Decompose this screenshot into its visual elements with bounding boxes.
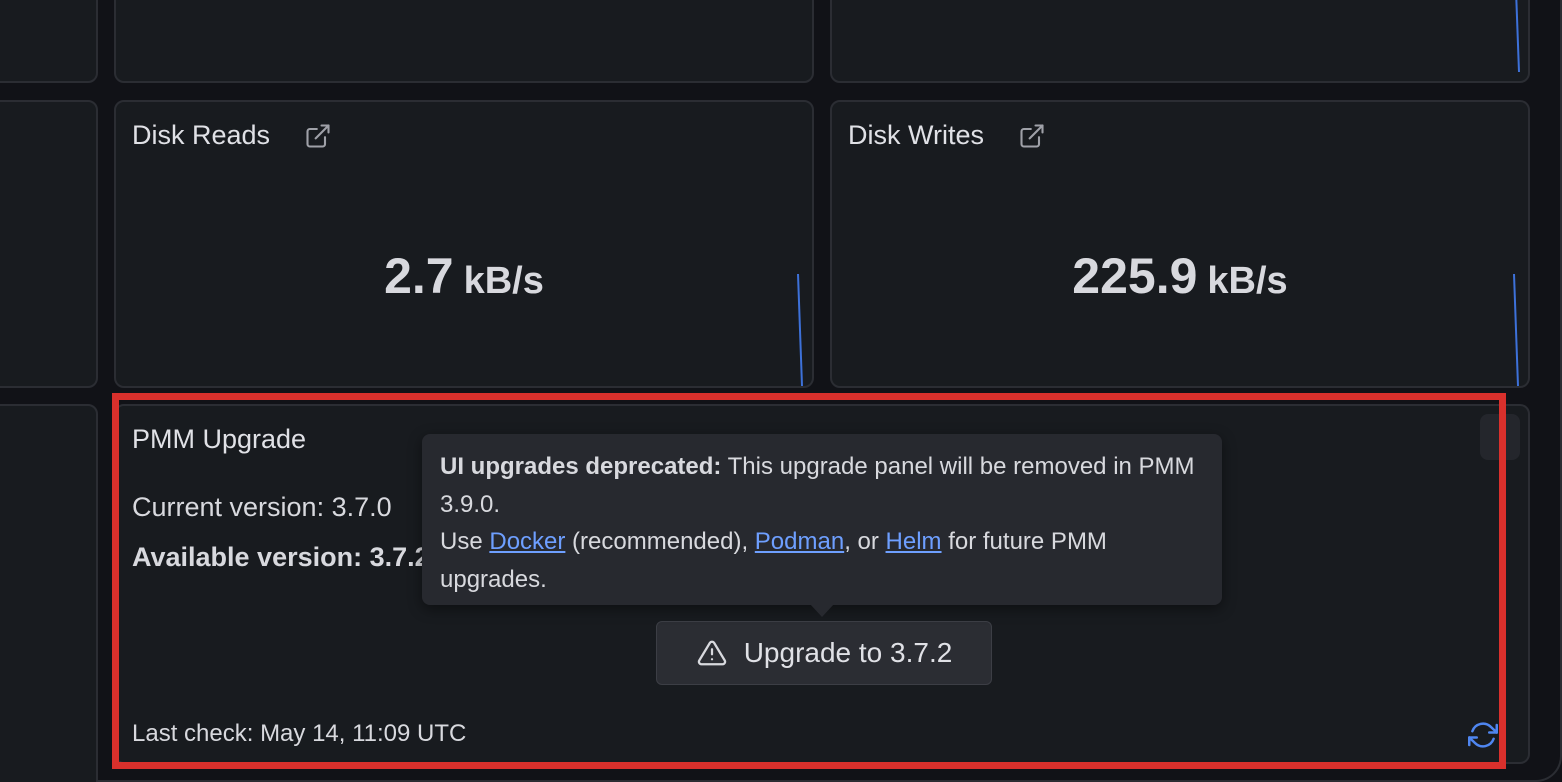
disk-reads-panel: Disk Reads 2.7 kB/s [114,100,814,388]
warning-triangle-icon [697,640,726,666]
dashboard-canvas: Disk Reads 2.7 kB/s Disk Writes 225.9 kB/s [0,0,1562,782]
tooltip-heading: UI upgrades deprecated: [440,453,722,480]
upgrade-button-label: Upgrade to 3.7.2 [743,637,953,668]
panel-middle-left-partial [0,100,98,388]
external-link-icon[interactable] [304,122,332,150]
panel-bottom-left-partial [0,404,98,782]
docker-link[interactable]: Docker [489,528,565,555]
panel-top-right-partial [830,0,1530,83]
disk-reads-unit: kB/s [463,260,544,302]
panel-top-left-partial [0,0,98,83]
disk-reads-title: Disk Reads [132,120,271,150]
pmm-upgrade-title: PMM Upgrade [132,424,307,454]
panel-top-middle-partial [114,0,814,83]
tooltip-text: , or [844,528,886,555]
external-link-icon[interactable] [1018,122,1046,150]
tooltip-arrow [810,604,834,617]
podman-link[interactable]: Podman [755,528,844,555]
disk-reads-value: 2.7 [384,248,454,304]
tooltip-text: Use [440,528,490,555]
available-version: Available version: 3.7.2 [132,542,430,572]
disk-writes-title: Disk Writes [848,120,985,150]
current-version: Current version: 3.7.0 [132,492,392,522]
version-info: Current version: 3.7.0 Available version… [132,492,430,592]
stat-value: 2.7 kB/s [116,247,812,305]
upgrade-button[interactable]: Upgrade to 3.7.2 [656,621,992,685]
last-check: Last check: May 14, 11:09 UTC [132,720,467,747]
disk-writes-unit: kB/s [1207,260,1288,302]
panel-title: Disk Writes [848,120,1046,151]
tooltip-text: (recommended), [565,528,755,555]
deprecation-tooltip: UI upgrades deprecated: This upgrade pan… [422,434,1222,605]
sparkline [1515,0,1520,72]
panel-menu-button[interactable] [1480,414,1520,460]
disk-writes-value: 225.9 [1072,248,1198,304]
stat-value: 225.9 kB/s [832,247,1528,305]
disk-writes-panel: Disk Writes 225.9 kB/s [830,100,1530,388]
refresh-icon[interactable] [1468,720,1498,750]
helm-link[interactable]: Helm [886,528,942,555]
sparkline [797,274,803,386]
sparkline [1513,274,1519,386]
panel-title: Disk Reads [132,120,332,151]
